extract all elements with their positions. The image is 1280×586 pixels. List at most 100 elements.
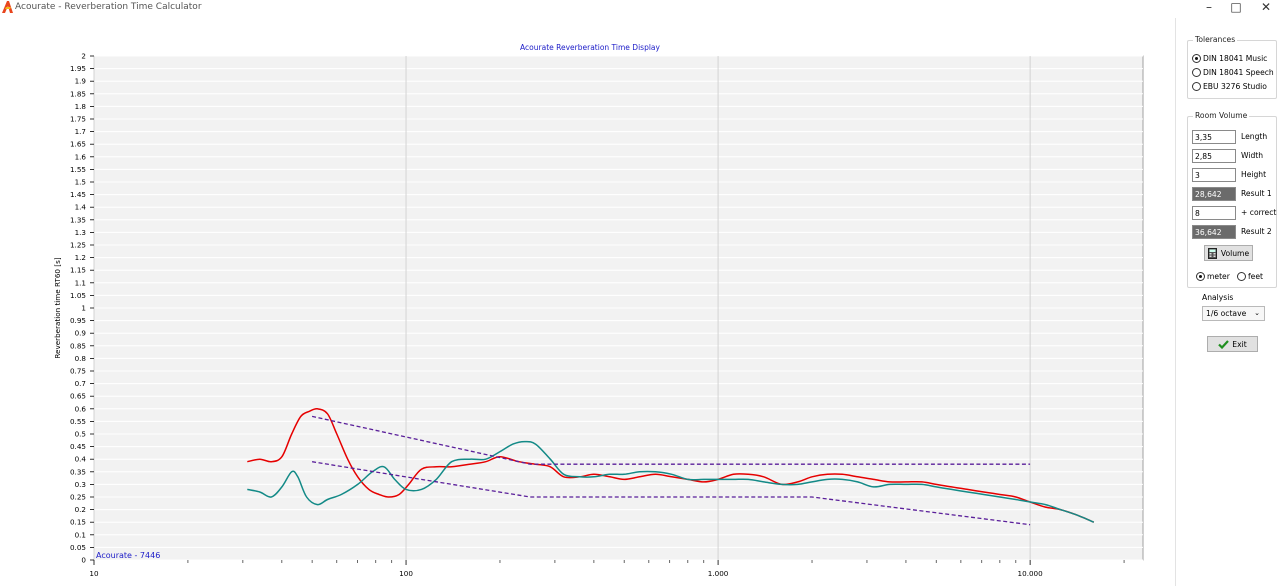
y-tick-label: 0.7 xyxy=(75,379,86,388)
radio-label: DIN 18041 Music xyxy=(1203,54,1268,63)
volume-button[interactable]: Volume xyxy=(1204,245,1253,261)
title-bar: Acourate - Reverberation Time Calculator… xyxy=(0,0,1280,16)
close-icon[interactable]: ✕ xyxy=(1251,0,1280,16)
y-tick-labels: 0 0.05 0.1 0.15 0.2 0.25 0.3 0.35 0.4 0.45 0.5 0.55… xyxy=(70,52,94,565)
y-tick-label: 0.1 xyxy=(75,530,86,539)
radio-label: feet xyxy=(1248,272,1263,281)
radio-ebu-studio[interactable]: EBU 3276 Studio xyxy=(1192,82,1267,91)
y-tick-label: 1.15 xyxy=(70,266,86,275)
radio-label: EBU 3276 Studio xyxy=(1203,82,1267,91)
y-tick-label: 1.35 xyxy=(70,215,86,224)
y-tick-label: 1.9 xyxy=(75,77,87,86)
radio-din-music[interactable]: DIN 18041 Music xyxy=(1192,54,1267,63)
y-tick-label: 1.7 xyxy=(75,127,86,136)
x-tick-label: 10.000 xyxy=(1018,569,1044,578)
y-tick-label: 0.55 xyxy=(70,417,86,426)
length-label: Length xyxy=(1241,132,1268,141)
chart-grid xyxy=(93,55,1143,561)
length-field[interactable]: 3,35 xyxy=(1192,130,1236,144)
y-tick-label: 1.1 xyxy=(75,278,86,287)
result1-field: 28,642 xyxy=(1192,187,1236,201)
analysis-select-value: 1/6 octave xyxy=(1206,309,1247,318)
radio-button[interactable] xyxy=(1192,68,1201,77)
reverberation-chart: 0 0.05 0.1 0.15 0.2 0.25 0.3 0.35 0.4 0.45 0.5 0.55… xyxy=(53,43,1144,578)
minimize-icon[interactable]: – xyxy=(1194,0,1224,16)
y-tick-label: 1.8 xyxy=(75,102,87,111)
y-tick-label: 1.45 xyxy=(70,190,86,199)
y-tick-label: 1.6 xyxy=(75,152,87,161)
radio-button[interactable] xyxy=(1237,272,1246,281)
x-tick-label: 100 xyxy=(399,569,413,578)
radio-din-speech[interactable]: DIN 18041 Speech xyxy=(1192,68,1274,77)
y-tick-label: 0.9 xyxy=(75,329,87,338)
y-tick-label: 0.95 xyxy=(70,316,86,325)
y-tick-label: 0.4 xyxy=(75,455,87,464)
y-tick-label: 0.45 xyxy=(70,442,86,451)
app-logo-icon xyxy=(2,1,13,13)
y-tick-label: 1.65 xyxy=(70,140,86,149)
y-tick-label: 1.95 xyxy=(70,64,86,73)
y-tick-label: 0.75 xyxy=(70,367,86,376)
result2-label: Result 2 xyxy=(1241,227,1272,236)
width-field[interactable]: 2,85 xyxy=(1192,149,1236,163)
exit-button[interactable]: Exit xyxy=(1207,336,1258,352)
result2-field: 36,642 xyxy=(1192,225,1236,239)
correct-label: + correct xyxy=(1241,208,1277,217)
radio-meter[interactable]: meter xyxy=(1196,272,1230,281)
x-tick-label: 1.000 xyxy=(708,569,729,578)
calculator-icon xyxy=(1207,247,1217,259)
y-tick-label: 0.2 xyxy=(75,505,86,514)
maximize-icon[interactable]: □ xyxy=(1221,0,1251,16)
chart-watermark: Acourate - 7446 xyxy=(96,551,160,560)
y-tick-label: 1 xyxy=(81,304,86,313)
radio-feet[interactable]: feet xyxy=(1237,272,1263,281)
y-tick-label: 0.85 xyxy=(70,341,86,350)
y-tick-label: 0.3 xyxy=(75,480,86,489)
radio-button[interactable] xyxy=(1196,272,1205,281)
x-tick-labels: 10 100 1.000 10.000 xyxy=(89,560,1125,578)
y-tick-label: 1.4 xyxy=(75,203,87,212)
room-volume-title: Room Volume xyxy=(1193,111,1250,120)
height-field[interactable]: 3 xyxy=(1192,168,1236,182)
y-tick-label: 1.05 xyxy=(70,291,86,300)
radio-label: meter xyxy=(1207,272,1230,281)
y-tick-label: 1.75 xyxy=(70,115,86,124)
chevron-down-icon: ⌄ xyxy=(1254,309,1260,317)
radio-label: DIN 18041 Speech xyxy=(1203,68,1274,77)
height-label: Height xyxy=(1241,170,1267,179)
window-title: Acourate - Reverberation Time Calculator xyxy=(15,2,202,12)
tolerances-group: Tolerances DIN 18041 Music DIN 18041 Spe… xyxy=(1187,35,1277,99)
chart-title: Acourate Reverberation Time Display xyxy=(520,43,660,52)
analysis-select[interactable]: 1/6 octave ⌄ xyxy=(1202,306,1265,321)
y-tick-label: 0 xyxy=(81,556,86,565)
exit-button-label: Exit xyxy=(1232,339,1247,349)
y-tick-label: 1.85 xyxy=(70,89,86,98)
result1-label: Result 1 xyxy=(1241,189,1272,198)
y-tick-label: 0.5 xyxy=(75,430,86,439)
y-tick-label: 0.65 xyxy=(70,392,86,401)
radio-button[interactable] xyxy=(1192,82,1201,91)
room-volume-group: Room Volume 3,35 Length 2,85 Width 3 Hei… xyxy=(1187,111,1277,288)
y-tick-label: 2 xyxy=(81,52,86,61)
tolerances-title: Tolerances xyxy=(1193,35,1238,44)
y-tick-label: 0.35 xyxy=(70,467,86,476)
y-tick-label: 1.3 xyxy=(75,228,86,237)
y-tick-label: 1.55 xyxy=(70,165,86,174)
y-axis-label: Reverberation time RT60 [s] xyxy=(53,257,62,358)
width-label: Width xyxy=(1241,151,1264,160)
checkmark-icon xyxy=(1218,339,1230,349)
analysis-label: Analysis xyxy=(1202,293,1234,302)
y-tick-label: 0.15 xyxy=(70,518,86,527)
y-tick-label: 1.5 xyxy=(75,178,86,187)
x-tick-label: 10 xyxy=(89,569,99,578)
y-tick-label: 0.6 xyxy=(75,404,87,413)
y-tick-label: 0.8 xyxy=(75,354,87,363)
correct-field[interactable]: 8 xyxy=(1192,206,1236,220)
y-tick-label: 1.2 xyxy=(75,253,86,262)
panel-separator xyxy=(1175,18,1176,586)
y-tick-label: 0.25 xyxy=(70,493,86,502)
radio-button[interactable] xyxy=(1192,54,1201,63)
volume-button-label: Volume xyxy=(1220,248,1250,258)
y-tick-label: 1.25 xyxy=(70,241,86,250)
y-tick-label: 0.05 xyxy=(70,543,86,552)
